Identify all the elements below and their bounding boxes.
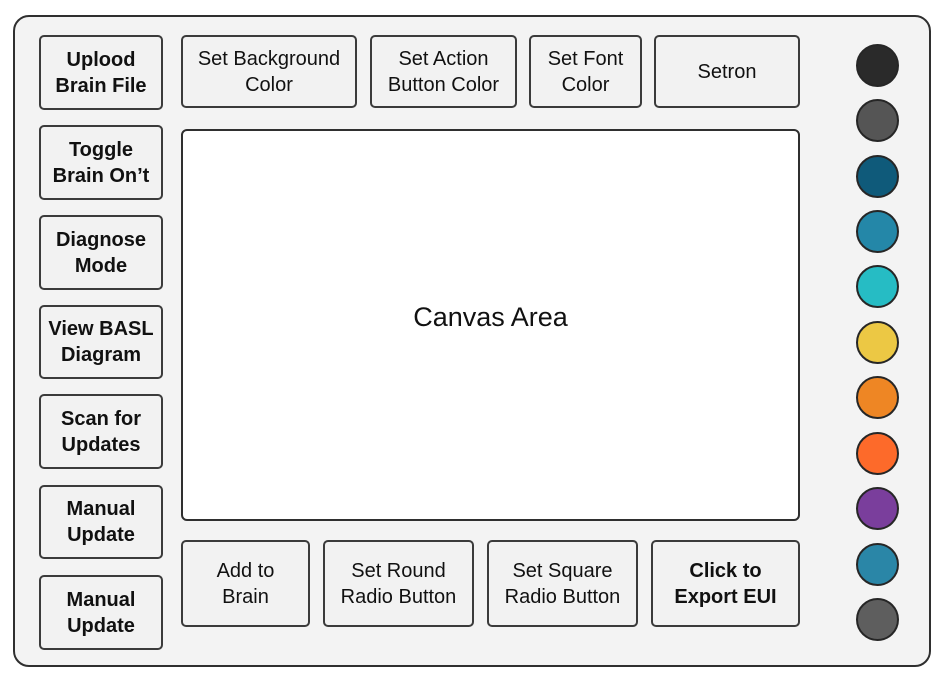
color-swatch-blue[interactable] <box>856 210 899 253</box>
set-round-radio-button[interactable]: Set Round Radio Button <box>323 540 474 627</box>
color-swatch-black[interactable] <box>856 44 899 87</box>
set-square-radio-button[interactable]: Set Square Radio Button <box>487 540 638 627</box>
setron-button[interactable]: Setron <box>654 35 800 108</box>
view-basl-diagram-button[interactable]: View BASL Diagram <box>39 305 163 379</box>
color-swatch-cyan[interactable] <box>856 265 899 308</box>
upload-brain-file-button[interactable]: Uplood Brain File <box>39 35 163 110</box>
scan-for-updates-button[interactable]: Scan for Updates <box>39 394 163 469</box>
set-font-color-button[interactable]: Set Font Color <box>529 35 642 108</box>
toggle-brain-button[interactable]: Toggle Brain On’t <box>39 125 163 200</box>
manual-update-button[interactable]: Manual Update <box>39 485 163 559</box>
canvas-label: Canvas Area <box>413 301 568 332</box>
diagnose-mode-button[interactable]: Diagnose Mode <box>39 215 163 290</box>
export-eui-button[interactable]: Click to Export EUI <box>651 540 800 627</box>
color-swatch-dark-blue[interactable] <box>856 155 899 198</box>
color-swatch-red-orange[interactable] <box>856 432 899 475</box>
set-action-button-color-button[interactable]: Set Action Button Color <box>370 35 517 108</box>
color-swatch-gray[interactable] <box>856 598 899 641</box>
manual-update-button-2[interactable]: Manual Update <box>39 575 163 650</box>
add-to-brain-button[interactable]: Add to Brain <box>181 540 310 627</box>
color-swatch-orange[interactable] <box>856 376 899 419</box>
color-swatch-purple[interactable] <box>856 487 899 530</box>
color-swatch-teal[interactable] <box>856 543 899 586</box>
canvas-area[interactable]: Canvas Area <box>181 129 800 521</box>
color-swatch-dark-gray[interactable] <box>856 99 899 142</box>
color-swatch-yellow[interactable] <box>856 321 899 364</box>
set-background-color-button[interactable]: Set Background Color <box>181 35 357 108</box>
